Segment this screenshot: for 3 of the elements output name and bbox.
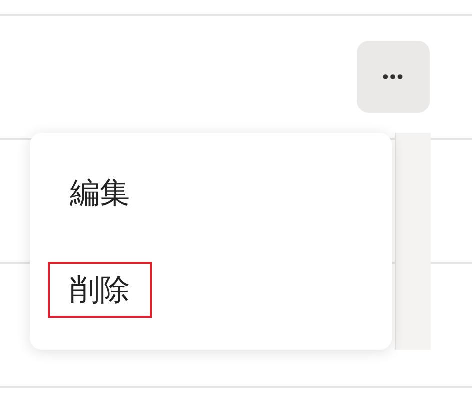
menu-item[interactable]: 編集: [48, 165, 152, 221]
more-button[interactable]: •••: [357, 41, 430, 113]
menu-item[interactable]: 削除: [48, 262, 152, 318]
